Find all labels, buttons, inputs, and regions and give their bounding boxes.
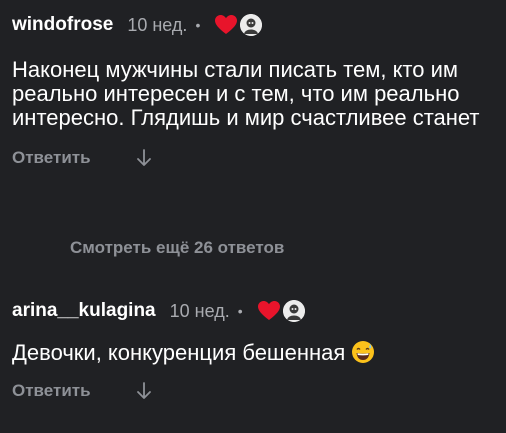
separator-dot: • bbox=[237, 303, 243, 319]
comment-item: windofrose 10 нед. • Наконец мужчины ста… bbox=[12, 10, 494, 168]
comment-header: windofrose 10 нед. • bbox=[12, 10, 494, 40]
comment-text: Наконец мужчины стали писать тем, кто им… bbox=[12, 57, 480, 130]
comment-header: arina__kulagina 10 нед. • bbox=[12, 296, 494, 326]
comment-item: arina__kulagina 10 нед. • Девочки, конку… bbox=[12, 296, 494, 401]
heart-icon[interactable] bbox=[214, 14, 238, 36]
comment-username[interactable]: windofrose bbox=[12, 14, 113, 36]
view-more-replies-button[interactable]: Смотреть ещё 26 ответов bbox=[70, 238, 284, 258]
author-avatar bbox=[240, 14, 263, 36]
comment-text-row: Девочки, конкуренция бешенная bbox=[12, 340, 494, 365]
author-avatar bbox=[282, 300, 305, 322]
comment-actions: Ответить bbox=[12, 381, 494, 401]
down-arrow-icon[interactable] bbox=[135, 381, 153, 401]
down-arrow-icon[interactable] bbox=[135, 148, 153, 168]
separator-dot: • bbox=[195, 17, 201, 33]
heart-icon[interactable] bbox=[257, 300, 281, 322]
reply-button[interactable]: Ответить bbox=[12, 381, 91, 401]
comment-timestamp: 10 нед. bbox=[169, 300, 230, 321]
reply-button[interactable]: Ответить bbox=[12, 148, 91, 168]
comment-text: Девочки, конкуренция бешенная bbox=[12, 340, 346, 365]
comment-timestamp: 10 нед. bbox=[127, 14, 188, 35]
comment-username[interactable]: arina__kulagina bbox=[12, 300, 156, 322]
comment-actions: Ответить bbox=[12, 148, 494, 168]
grinning-sweat-emoji bbox=[351, 340, 375, 364]
